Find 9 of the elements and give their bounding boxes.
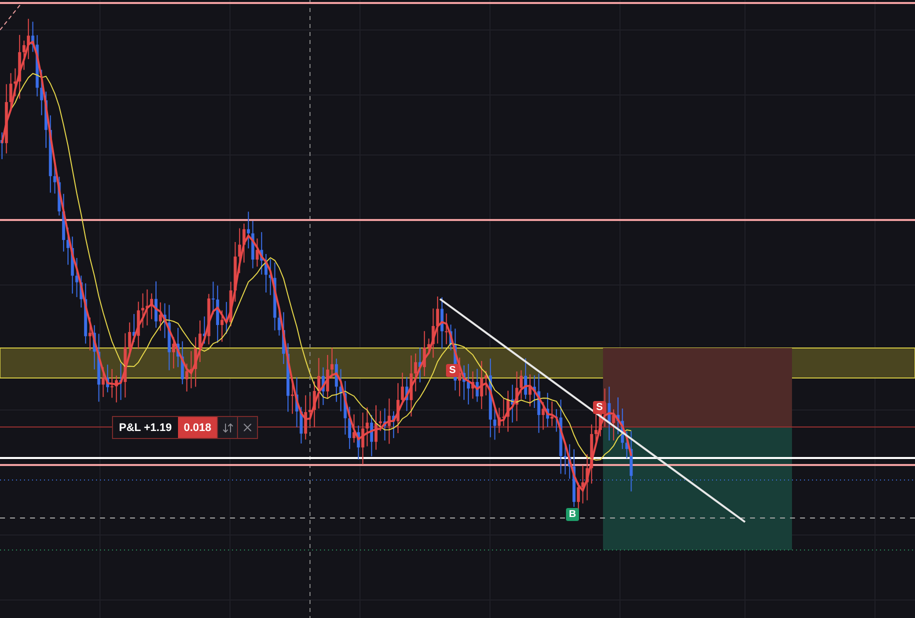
up-down-arrows-icon: [222, 422, 234, 434]
pnl-label: P&L +1.19: [118, 420, 173, 436]
sell-marker: S: [446, 364, 459, 377]
reverse-button[interactable]: [217, 417, 238, 438]
close-icon: [241, 421, 254, 434]
position-quantity[interactable]: 0.018: [178, 417, 218, 438]
sell-marker: S: [593, 401, 606, 414]
buy-marker: B: [566, 508, 579, 521]
close-button[interactable]: [237, 417, 258, 438]
